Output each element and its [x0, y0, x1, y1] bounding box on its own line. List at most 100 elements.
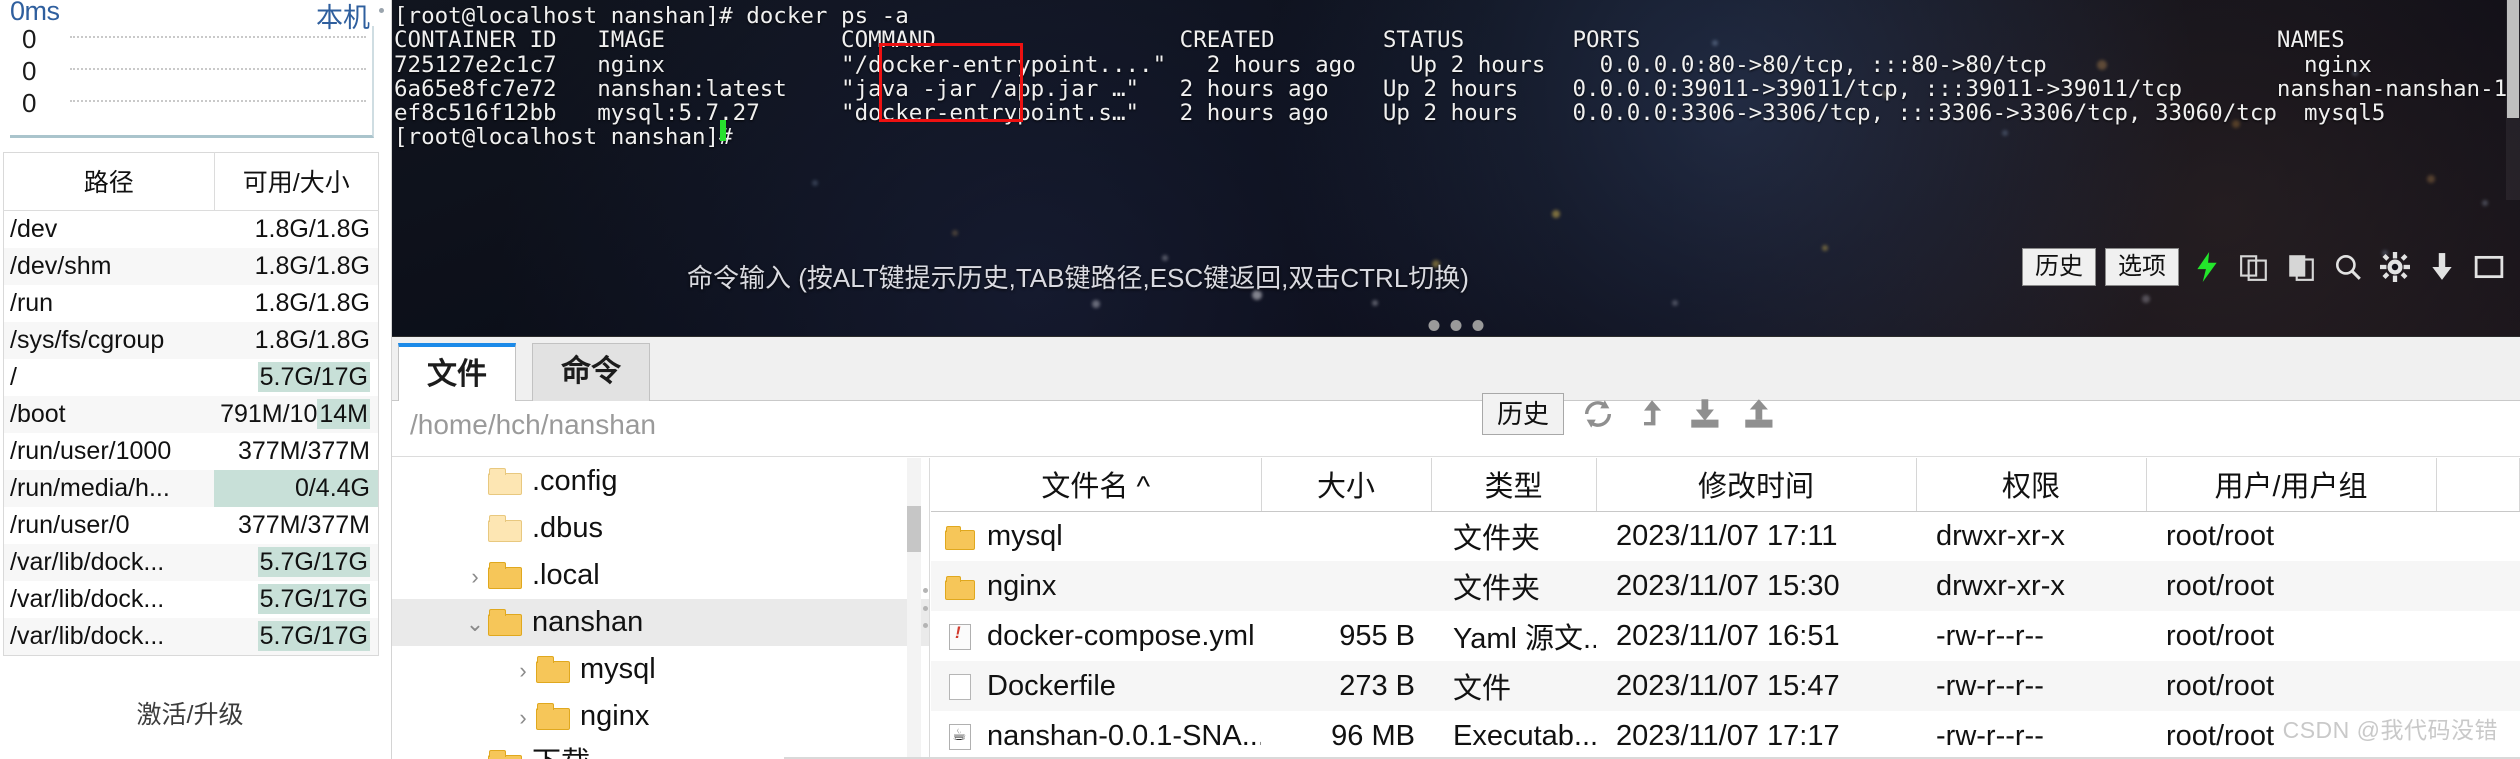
tree-node-nginx[interactable]: › nginx	[392, 693, 929, 740]
table-row[interactable]: nanshan-0.0.1-SNA... 96 MB Executab... 2023…	[931, 711, 2520, 759]
terminal-resize-grip[interactable]	[1428, 320, 1484, 331]
disk-usage-table[interactable]: 路径 可用/大小 /dev 1.8G/1.8G/dev/shm 1.8G/1.8G /…	[3, 152, 379, 656]
chevron-down-icon[interactable]: ⌄	[462, 600, 488, 647]
table-row[interactable]: Dockerfile 273 B 文件 2023/11/07 15:47 -rw-r--…	[931, 661, 2520, 711]
download-file-icon[interactable]	[1686, 394, 1726, 434]
table-row[interactable]: mysql 文件夹 2023/11/07 17:11 drwxr-xr-x root/r…	[931, 511, 2520, 561]
tree-node-label: mysql	[580, 653, 656, 685]
document-icon	[945, 673, 975, 700]
file-mtime-cell: 2023/11/07 15:30	[1596, 561, 1916, 611]
chevron-right-icon[interactable]: ›	[510, 694, 536, 741]
grip-dot	[922, 623, 928, 628]
tree-scrollbar[interactable]	[907, 458, 921, 759]
table-row[interactable]: nginx 文件夹 2023/11/07 15:30 drwxr-xr-x root/r…	[931, 561, 2520, 611]
refresh-icon[interactable]	[1578, 394, 1618, 434]
background-speck	[812, 180, 818, 186]
file-name-cell[interactable]: nanshan-0.0.1-SNA...	[931, 711, 1261, 759]
yaml-file-icon	[945, 623, 975, 650]
disk-row[interactable]: /run/media/h... 0/4.4G	[3, 470, 379, 507]
file-name-label: nanshan-0.0.1-SNA...	[987, 719, 1261, 752]
tab-commands[interactable]: 命令	[532, 343, 650, 401]
background-speck	[1822, 245, 1828, 251]
file-col-type[interactable]: 类型	[1431, 458, 1597, 512]
disk-row[interactable]: /var/lib/dock... 5.7G/17G	[4, 581, 379, 618]
disk-row[interactable]: /run/user/0 377M/377M	[4, 507, 379, 544]
up-arrow-icon[interactable]	[1632, 394, 1672, 434]
file-col-perm[interactable]: 权限	[1916, 458, 2147, 512]
path-toolbar[interactable]: 历史	[1481, 393, 1780, 435]
tree-node-.config[interactable]: .config	[392, 458, 929, 505]
sparkline-graph: 0 0 0	[10, 24, 374, 138]
file-owner-cell: root/root	[2146, 561, 2436, 611]
disk-row[interactable]: /boot 791M/1014M	[3, 396, 379, 433]
tree-splitter-grip[interactable]	[921, 588, 929, 628]
disk-size: 1.8G/1.8G	[254, 252, 370, 280]
terminal-scrollbar[interactable]	[2506, 0, 2520, 200]
chevron-right-icon[interactable]: ›	[462, 553, 488, 600]
window-icon[interactable]	[2470, 248, 2508, 286]
tree-node-.local[interactable]: › .local	[392, 552, 929, 599]
directory-tree[interactable]: .config .dbus › .local ⌄ nanshan › mysql › nginx 下…	[392, 458, 930, 759]
disk-path: /	[10, 363, 17, 391]
copy-pages-icon[interactable]	[2235, 248, 2273, 286]
file-manager-tabstrip[interactable]: 文件 命令	[392, 337, 2520, 401]
file-name-cell[interactable]: nginx	[931, 561, 1261, 611]
terminal-line: CONTAINER ID IMAGE COMMAND CREATED STATU…	[394, 27, 2345, 54]
table-row[interactable]: docker-compose.yml 955 B Yaml 源文... 2023/11…	[931, 611, 2520, 661]
file-name-label: mysql	[987, 519, 1063, 552]
file-name-cell[interactable]: Dockerfile	[931, 661, 1261, 711]
clipboard-icon[interactable]	[2282, 248, 2320, 286]
file-col-owner[interactable]: 用户/用户组	[2146, 458, 2437, 512]
chevron-right-icon[interactable]: ›	[510, 647, 536, 694]
disk-row[interactable]: /var/lib/dock... 5.7G/17G	[3, 544, 379, 581]
disk-row[interactable]: /var/lib/dock... 5.7G/17G	[3, 618, 379, 656]
terminal-scrollbar-thumb[interactable]	[2507, 0, 2519, 118]
file-history-button[interactable]: 历史	[1481, 393, 1564, 435]
file-perm-cell: -rw-r--r--	[1936, 719, 2044, 752]
disk-col-path[interactable]: 路径	[3, 152, 215, 211]
tree-scrollbar-thumb[interactable]	[907, 506, 921, 552]
file-col-name[interactable]: 文件名 ^	[931, 458, 1262, 512]
file-col-mtime[interactable]: 修改时间	[1596, 458, 1917, 512]
disk-size: 0/4.4G	[214, 470, 379, 507]
gear-icon[interactable]	[2376, 248, 2414, 286]
upload-file-icon[interactable]	[1740, 394, 1780, 434]
download-icon[interactable]	[2423, 248, 2461, 286]
current-path[interactable]: /home/hch/nanshan	[410, 409, 656, 441]
background-speck	[1372, 300, 1378, 306]
command-input-hint[interactable]: 命令输入 (按ALT键提示历史,TAB键路径,ESC键返回,双击CTRL切换)	[687, 258, 1469, 295]
tree-node-nanshan[interactable]: ⌄ nanshan	[392, 599, 929, 646]
file-filler-cell	[2436, 611, 2520, 661]
file-name-cell[interactable]: docker-compose.yml	[931, 611, 1261, 661]
file-type-cell: 文件夹	[1453, 523, 1541, 556]
terminal-toolbar[interactable]: 历史 选项	[2022, 248, 2508, 286]
grip-dot	[1472, 320, 1484, 331]
file-filler-cell	[2436, 561, 2520, 611]
tree-node-mysql[interactable]: › mysql	[392, 646, 929, 693]
file-perm-cell: drwxr-xr-x	[1936, 519, 2065, 552]
disk-row[interactable]: /dev 1.8G/1.8G	[4, 211, 379, 249]
tree-node-.dbus[interactable]: .dbus	[392, 505, 929, 552]
tab-files[interactable]: 文件	[398, 343, 516, 401]
terminal-history-button[interactable]: 历史	[2022, 248, 2096, 286]
file-name-cell[interactable]: mysql	[931, 511, 1261, 561]
file-size-cell	[1261, 561, 1431, 611]
terminal-panel[interactable]: [root@localhost nanshan]# docker ps -a CO…	[392, 0, 2520, 337]
path-bar[interactable]: /home/hch/nanshan	[392, 401, 2520, 457]
disk-row[interactable]: / 5.7G/17G	[4, 359, 379, 396]
file-perm-cell: drwxr-xr-x	[1916, 561, 2146, 611]
file-mtime-cell: 2023/11/07 17:11	[1616, 519, 1838, 552]
disk-row[interactable]: /sys/fs/cgroup 1.8G/1.8G	[3, 322, 379, 359]
disk-row[interactable]: /run 1.8G/1.8G	[4, 285, 379, 322]
file-col-size[interactable]: 大小	[1261, 458, 1432, 512]
activate-upgrade-label[interactable]: 激活/升级	[0, 695, 380, 731]
java-file-icon	[945, 723, 975, 750]
left-sidebar: 0ms 本机 0 0 0 路径 可用/大小 /dev 1.8G/1.8G/dev/…	[0, 0, 392, 759]
search-icon[interactable]	[2329, 248, 2367, 286]
disk-row[interactable]: /run/user/1000 377M/377M	[4, 433, 379, 470]
file-mtime-cell: 2023/11/07 15:47	[1596, 661, 1916, 711]
lightning-icon[interactable]	[2188, 248, 2226, 286]
terminal-options-button[interactable]: 选项	[2105, 248, 2179, 286]
disk-col-size[interactable]: 可用/大小	[214, 152, 379, 211]
disk-row[interactable]: /dev/shm 1.8G/1.8G	[3, 248, 379, 285]
